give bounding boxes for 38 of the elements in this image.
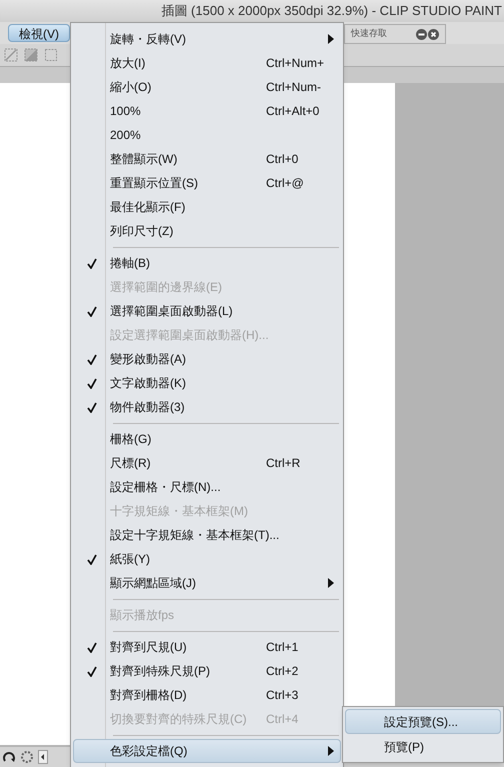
menu-item[interactable]: 對齊到尺規(U) Ctrl+1 (73, 635, 341, 659)
menu-item[interactable]: 文字啟動器(K) (73, 371, 341, 395)
submenu-arrow-icon (328, 578, 334, 588)
minimize-icon[interactable] (416, 28, 427, 40)
menu-item[interactable]: 最佳化顯示(F) (73, 195, 341, 219)
menu-item[interactable]: 100% Ctrl+Alt+0 (73, 99, 341, 123)
menu-item[interactable]: 設定十字規矩線・基本框架(T)... (73, 523, 341, 547)
menu-item[interactable]: 對齊到特殊尺規(P) Ctrl+2 (73, 659, 341, 683)
gear-icon[interactable] (20, 750, 34, 764)
menu-item[interactable]: 整體顯示(W) Ctrl+0 (73, 147, 341, 171)
panel-tab[interactable]: 快速存取 (344, 24, 446, 44)
menu-item[interactable]: 放大(I) Ctrl+Num+ (73, 51, 341, 75)
menu-item[interactable]: 尺標(R) Ctrl+R (73, 451, 341, 475)
view-menu[interactable]: 檢視(V) (8, 24, 70, 42)
menu-item[interactable]: 捲軸(B) (73, 251, 341, 275)
menu-item[interactable]: 變形啟動器(A) (73, 347, 341, 371)
menu-item[interactable]: 200% (73, 123, 341, 147)
menu-item[interactable]: 縮小(O) Ctrl+Num- (73, 75, 341, 99)
window-title: 插圖 (1500 x 2000px 350dpi 32.9%) - CLIP STUDIO PAINT (161, 2, 503, 20)
menu-item[interactable]: 物件啟動器(3) (73, 395, 341, 419)
menu-item[interactable]: 設定預覽(S)... (345, 709, 501, 734)
rotate-icon[interactable] (2, 750, 16, 764)
panel-tab-label: 快速存取 (351, 27, 387, 40)
menu-item[interactable]: 重置顯示位置(S) Ctrl+@ (73, 171, 341, 195)
menu-item[interactable]: 旋轉・反轉(V) (73, 27, 341, 51)
scroll-left-icon[interactable] (38, 750, 48, 764)
menu-item[interactable]: 設定柵格・尺標(N)... (73, 475, 341, 499)
close-icon[interactable] (428, 28, 439, 40)
submenu-arrow-icon (328, 746, 334, 756)
menu-item[interactable]: 選擇範圍桌面啟動器(L) (73, 299, 341, 323)
menu-item[interactable]: 顯示網點區域(J) (73, 571, 341, 595)
menu-item[interactable]: 列印尺寸(Z) (73, 219, 341, 243)
menu-item[interactable]: 紙張(Y) (73, 547, 341, 571)
submenu-arrow-icon (328, 34, 334, 44)
menu-item[interactable]: 色彩設定檔(Q) (73, 739, 341, 763)
menu-item[interactable]: 柵格(G) (73, 427, 341, 451)
menu-item[interactable]: 預覽(P) (345, 734, 501, 759)
menu-item[interactable]: 對齊到柵格(D) Ctrl+3 (73, 683, 341, 707)
